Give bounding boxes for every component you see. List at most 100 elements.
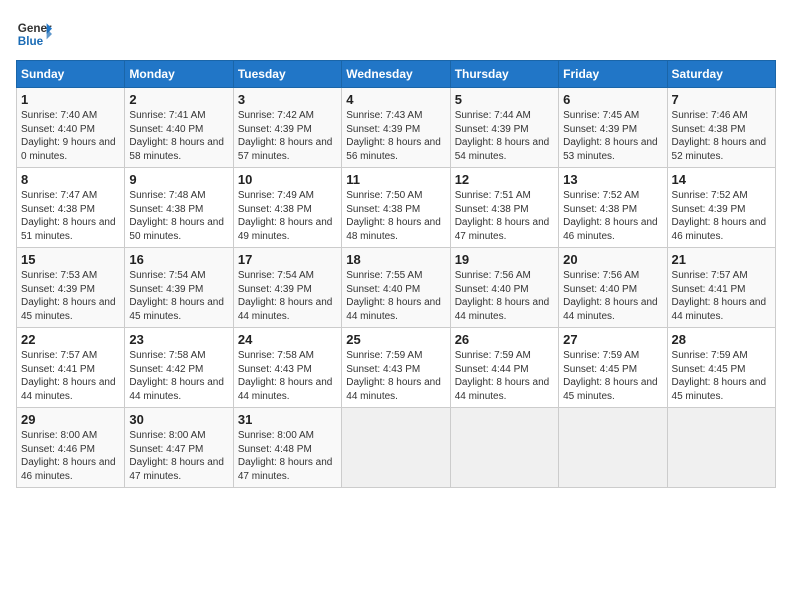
day-number: 8 [21, 172, 120, 187]
logo-icon: General Blue [16, 16, 52, 52]
day-number: 20 [563, 252, 662, 267]
day-info: Sunrise: 7:53 AMSunset: 4:39 PMDaylight:… [21, 269, 120, 323]
calendar-cell: 18 Sunrise: 7:55 AMSunset: 4:40 PMDayligh… [342, 248, 450, 328]
logo: General Blue [16, 16, 52, 52]
calendar-week-row: 8 Sunrise: 7:47 AMSunset: 4:38 PMDaylight… [17, 168, 776, 248]
calendar-cell: 13 Sunrise: 7:52 AMSunset: 4:38 PMDayligh… [559, 168, 667, 248]
day-info: Sunrise: 8:00 AMSunset: 4:48 PMDaylight:… [238, 429, 337, 483]
calendar-cell: 24 Sunrise: 7:58 AMSunset: 4:43 PMDayligh… [233, 328, 341, 408]
calendar-cell: 9 Sunrise: 7:48 AMSunset: 4:38 PMDaylight… [125, 168, 233, 248]
day-number: 23 [129, 332, 228, 347]
calendar-cell: 21 Sunrise: 7:57 AMSunset: 4:41 PMDayligh… [667, 248, 775, 328]
calendar-cell: 6 Sunrise: 7:45 AMSunset: 4:39 PMDaylight… [559, 88, 667, 168]
day-number: 1 [21, 92, 120, 107]
day-number: 31 [238, 412, 337, 427]
day-info: Sunrise: 7:59 AMSunset: 4:44 PMDaylight:… [455, 349, 554, 403]
calendar-cell: 17 Sunrise: 7:54 AMSunset: 4:39 PMDayligh… [233, 248, 341, 328]
day-number: 21 [672, 252, 771, 267]
day-number: 6 [563, 92, 662, 107]
calendar-cell: 25 Sunrise: 7:59 AMSunset: 4:43 PMDayligh… [342, 328, 450, 408]
day-info: Sunrise: 7:58 AMSunset: 4:43 PMDaylight:… [238, 349, 337, 403]
day-info: Sunrise: 7:57 AMSunset: 4:41 PMDaylight:… [21, 349, 120, 403]
day-info: Sunrise: 7:47 AMSunset: 4:38 PMDaylight:… [21, 189, 120, 243]
day-info: Sunrise: 7:52 AMSunset: 4:39 PMDaylight:… [672, 189, 771, 243]
day-number: 5 [455, 92, 554, 107]
day-number: 29 [21, 412, 120, 427]
calendar-cell: 4 Sunrise: 7:43 AMSunset: 4:39 PMDaylight… [342, 88, 450, 168]
col-header-thursday: Thursday [450, 61, 558, 88]
calendar-cell: 2 Sunrise: 7:41 AMSunset: 4:40 PMDaylight… [125, 88, 233, 168]
day-info: Sunrise: 7:51 AMSunset: 4:38 PMDaylight:… [455, 189, 554, 243]
col-header-monday: Monday [125, 61, 233, 88]
calendar-table: SundayMondayTuesdayWednesdayThursdayFrid… [16, 60, 776, 488]
calendar-cell: 26 Sunrise: 7:59 AMSunset: 4:44 PMDayligh… [450, 328, 558, 408]
day-info: Sunrise: 7:59 AMSunset: 4:45 PMDaylight:… [672, 349, 771, 403]
day-info: Sunrise: 7:59 AMSunset: 4:43 PMDaylight:… [346, 349, 445, 403]
calendar-cell: 5 Sunrise: 7:44 AMSunset: 4:39 PMDaylight… [450, 88, 558, 168]
calendar-cell: 14 Sunrise: 7:52 AMSunset: 4:39 PMDayligh… [667, 168, 775, 248]
day-number: 28 [672, 332, 771, 347]
calendar-cell: 1 Sunrise: 7:40 AMSunset: 4:40 PMDaylight… [17, 88, 125, 168]
calendar-cell: 30 Sunrise: 8:00 AMSunset: 4:47 PMDayligh… [125, 408, 233, 488]
day-info: Sunrise: 7:40 AMSunset: 4:40 PMDaylight:… [21, 109, 120, 163]
day-number: 30 [129, 412, 228, 427]
col-header-tuesday: Tuesday [233, 61, 341, 88]
day-info: Sunrise: 7:46 AMSunset: 4:38 PMDaylight:… [672, 109, 771, 163]
calendar-cell [450, 408, 558, 488]
day-info: Sunrise: 7:57 AMSunset: 4:41 PMDaylight:… [672, 269, 771, 323]
calendar-cell: 3Sunrise: 7:42 AMSunset: 4:39 PMDaylight… [233, 88, 341, 168]
calendar-cell [342, 408, 450, 488]
col-header-saturday: Saturday [667, 61, 775, 88]
calendar-cell: 22Sunrise: 7:57 AMSunset: 4:41 PMDayligh… [17, 328, 125, 408]
col-header-wednesday: Wednesday [342, 61, 450, 88]
day-number: 12 [455, 172, 554, 187]
day-info: Sunrise: 8:00 AMSunset: 4:46 PMDaylight:… [21, 429, 120, 483]
day-number: 10 [238, 172, 337, 187]
calendar-cell [559, 408, 667, 488]
calendar-week-row: 22Sunrise: 7:57 AMSunset: 4:41 PMDayligh… [17, 328, 776, 408]
day-number: 2 [129, 92, 228, 107]
svg-text:Blue: Blue [18, 35, 44, 48]
calendar-cell: 12 Sunrise: 7:51 AMSunset: 4:38 PMDayligh… [450, 168, 558, 248]
calendar-cell: 27Sunrise: 7:59 AMSunset: 4:45 PMDayligh… [559, 328, 667, 408]
page-header: General Blue [16, 16, 776, 52]
day-info: Sunrise: 7:48 AMSunset: 4:38 PMDaylight:… [129, 189, 228, 243]
calendar-cell: 8 Sunrise: 7:47 AMSunset: 4:38 PMDaylight… [17, 168, 125, 248]
day-info: Sunrise: 7:52 AMSunset: 4:38 PMDaylight:… [563, 189, 662, 243]
day-number: 9 [129, 172, 228, 187]
day-info: Sunrise: 7:43 AMSunset: 4:39 PMDaylight:… [346, 109, 445, 163]
calendar-cell: 23 Sunrise: 7:58 AMSunset: 4:42 PMDayligh… [125, 328, 233, 408]
day-number: 26 [455, 332, 554, 347]
day-number: 7 [672, 92, 771, 107]
day-number: 13 [563, 172, 662, 187]
day-info: Sunrise: 7:58 AMSunset: 4:42 PMDaylight:… [129, 349, 228, 403]
calendar-cell: 20 Sunrise: 7:56 AMSunset: 4:40 PMDayligh… [559, 248, 667, 328]
day-info: Sunrise: 7:54 AMSunset: 4:39 PMDaylight:… [129, 269, 228, 323]
day-number: 11 [346, 172, 445, 187]
col-header-sunday: Sunday [17, 61, 125, 88]
day-number: 15 [21, 252, 120, 267]
day-info: Sunrise: 8:00 AMSunset: 4:47 PMDaylight:… [129, 429, 228, 483]
calendar-cell: 31 Sunrise: 8:00 AMSunset: 4:48 PMDayligh… [233, 408, 341, 488]
day-info: Sunrise: 7:42 AMSunset: 4:39 PMDaylight:… [238, 109, 337, 163]
day-number: 4 [346, 92, 445, 107]
day-number: 25 [346, 332, 445, 347]
day-info: Sunrise: 7:44 AMSunset: 4:39 PMDaylight:… [455, 109, 554, 163]
day-info: Sunrise: 7:41 AMSunset: 4:40 PMDaylight:… [129, 109, 228, 163]
day-info: Sunrise: 7:45 AMSunset: 4:39 PMDaylight:… [563, 109, 662, 163]
calendar-cell: 28 Sunrise: 7:59 AMSunset: 4:45 PMDayligh… [667, 328, 775, 408]
day-number: 24 [238, 332, 337, 347]
day-number: 18 [346, 252, 445, 267]
day-number: 17 [238, 252, 337, 267]
day-number: 14 [672, 172, 771, 187]
calendar-cell: 7 Sunrise: 7:46 AMSunset: 4:38 PMDaylight… [667, 88, 775, 168]
day-info: Sunrise: 7:49 AMSunset: 4:38 PMDaylight:… [238, 189, 337, 243]
day-number: 27 [563, 332, 662, 347]
day-info: Sunrise: 7:56 AMSunset: 4:40 PMDaylight:… [563, 269, 662, 323]
calendar-week-row: 29 Sunrise: 8:00 AMSunset: 4:46 PMDayligh… [17, 408, 776, 488]
col-header-friday: Friday [559, 61, 667, 88]
calendar-week-row: 1 Sunrise: 7:40 AMSunset: 4:40 PMDaylight… [17, 88, 776, 168]
calendar-cell: 29 Sunrise: 8:00 AMSunset: 4:46 PMDayligh… [17, 408, 125, 488]
day-info: Sunrise: 7:54 AMSunset: 4:39 PMDaylight:… [238, 269, 337, 323]
day-info: Sunrise: 7:55 AMSunset: 4:40 PMDaylight:… [346, 269, 445, 323]
